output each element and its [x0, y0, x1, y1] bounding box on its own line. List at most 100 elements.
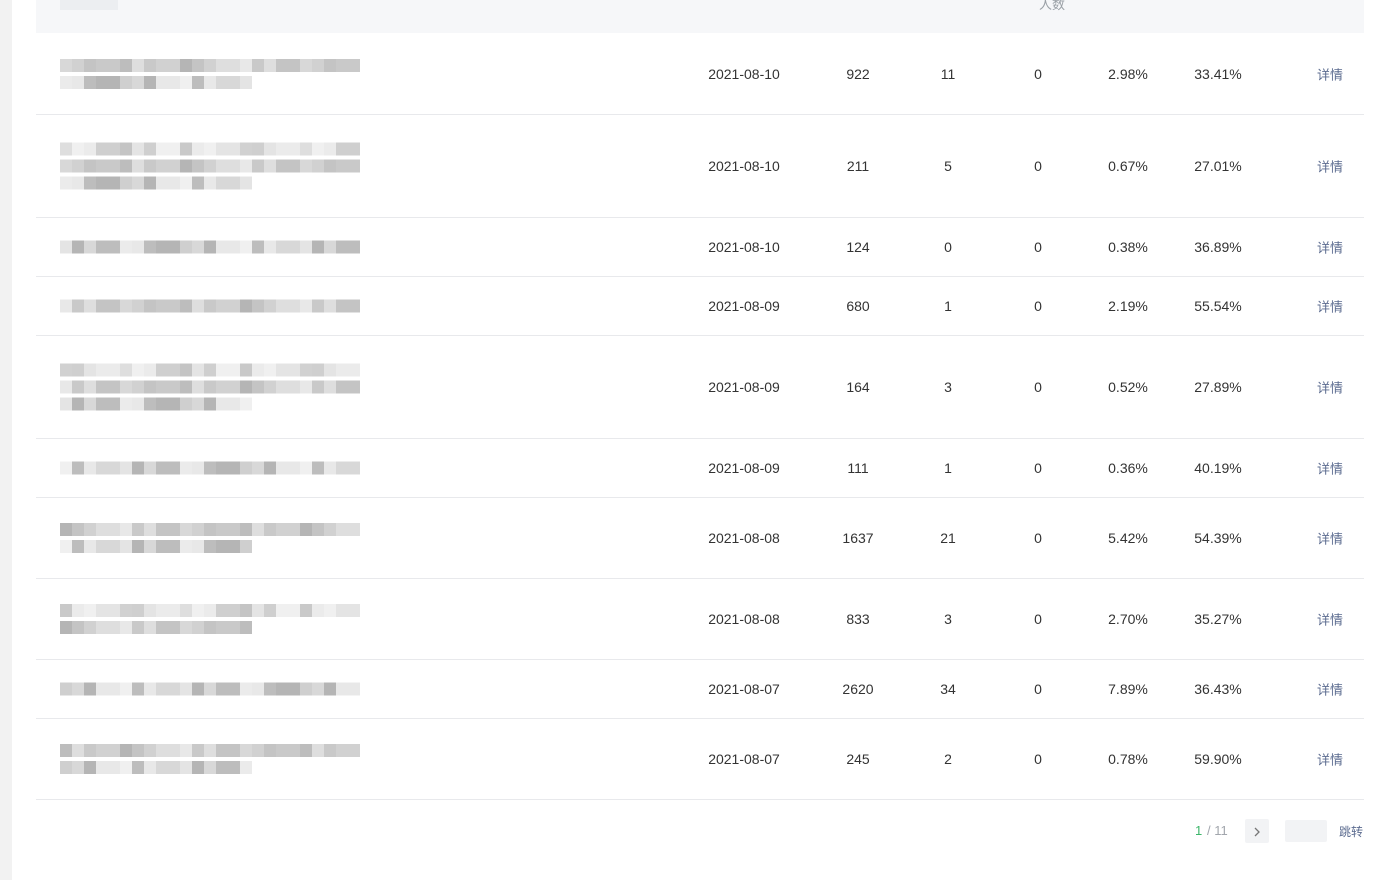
cell-value-2: 21 [940, 530, 956, 546]
jump-button[interactable]: 跳转 [1339, 823, 1363, 840]
cell-percent-1: 0.38% [1108, 239, 1148, 255]
table-row: 2021-08-07 2620 34 0 7.89% 36.43% 详情 [36, 660, 1364, 719]
jump-page-input[interactable] [1285, 820, 1327, 842]
table-row: 2021-08-10 124 0 0 0.38% 36.89% 详情 [36, 218, 1364, 277]
detail-link[interactable]: 详情 [1304, 750, 1356, 769]
cell-value-1: 922 [846, 66, 870, 82]
redacted-title [60, 139, 360, 194]
publish-date: 2021-08-10 [708, 239, 780, 255]
detail-link[interactable]: 详情 [1304, 378, 1356, 397]
cell-percent-1: 7.89% [1108, 681, 1148, 697]
redacted-title [60, 458, 360, 479]
cell-value-2: 1 [944, 298, 952, 314]
cell-percent-1: 0.67% [1108, 158, 1148, 174]
publish-date: 2021-08-07 [708, 681, 780, 697]
cell-value-3: 0 [1034, 751, 1042, 767]
redacted-title [60, 237, 360, 258]
cell-percent-2: 33.41% [1194, 66, 1242, 82]
cell-percent-1: 5.42% [1108, 530, 1148, 546]
redacted-title [60, 600, 360, 638]
detail-link[interactable]: 详情 [1304, 680, 1356, 699]
cell-value-1: 111 [847, 460, 869, 476]
cell-percent-1: 2.98% [1108, 66, 1148, 82]
cell-value-1: 124 [846, 239, 870, 255]
cell-value-3: 0 [1034, 66, 1042, 82]
publish-date: 2021-08-10 [708, 158, 780, 174]
cell-value-3: 0 [1034, 460, 1042, 476]
publish-date: 2021-08-10 [708, 66, 780, 82]
table-row: 2021-08-09 680 1 0 2.19% 55.54% 详情 [36, 277, 1364, 336]
cell-percent-2: 59.90% [1194, 751, 1242, 767]
table-row: 2021-08-08 833 3 0 2.70% 35.27% 详情 [36, 579, 1364, 660]
redacted-title [60, 740, 360, 778]
cell-value-2: 2 [944, 751, 952, 767]
header-blurred-label [60, 0, 118, 10]
table-row: 2021-08-10 211 5 0 0.67% 27.01% 详情 [36, 115, 1364, 218]
cell-value-2: 34 [940, 681, 956, 697]
table-header: 人数 [36, 0, 1364, 33]
cell-value-1: 1637 [842, 530, 874, 546]
cell-value-1: 2620 [842, 681, 874, 697]
cell-value-2: 5 [944, 158, 952, 174]
cell-percent-2: 36.43% [1194, 681, 1242, 697]
cell-value-3: 0 [1034, 681, 1042, 697]
cell-value-3: 0 [1034, 239, 1042, 255]
detail-link[interactable]: 详情 [1304, 238, 1356, 257]
content-panel: 人数 2021-08-10 922 11 0 2.98% 33.41% 详情 2021-08-… [12, 0, 1399, 880]
publish-date: 2021-08-08 [708, 530, 780, 546]
detail-link[interactable]: 详情 [1304, 459, 1356, 478]
redacted-title [60, 679, 360, 700]
cell-percent-2: 54.39% [1194, 530, 1242, 546]
table-row: 2021-08-07 245 2 0 0.78% 59.90% 详情 [36, 719, 1364, 800]
redacted-title [60, 296, 360, 317]
redacted-title [60, 55, 360, 93]
cell-value-3: 0 [1034, 379, 1042, 395]
publish-date: 2021-08-07 [708, 751, 780, 767]
cell-value-3: 0 [1034, 158, 1042, 174]
detail-link[interactable]: 详情 [1304, 610, 1356, 629]
detail-link[interactable]: 详情 [1304, 65, 1356, 84]
cell-percent-2: 55.54% [1194, 298, 1242, 314]
cell-value-3: 0 [1034, 611, 1042, 627]
cell-percent-2: 27.89% [1194, 379, 1242, 395]
cell-value-2: 0 [944, 239, 952, 255]
current-page: 1 [1195, 823, 1203, 838]
detail-link[interactable]: 详情 [1304, 529, 1356, 548]
cell-value-1: 211 [846, 158, 870, 174]
cell-percent-2: 36.89% [1194, 239, 1242, 255]
header-count-label: 人数 [1038, 0, 1065, 12]
cell-value-1: 164 [846, 379, 870, 395]
cell-value-2: 1 [944, 460, 952, 476]
cell-percent-1: 2.19% [1108, 298, 1148, 314]
cell-percent-2: 27.01% [1194, 158, 1242, 174]
cell-percent-1: 0.78% [1108, 751, 1148, 767]
cell-percent-1: 2.70% [1108, 611, 1148, 627]
table-row: 2021-08-09 164 3 0 0.52% 27.89% 详情 [36, 336, 1364, 439]
cell-value-3: 0 [1034, 298, 1042, 314]
cell-value-2: 3 [944, 611, 952, 627]
table-row: 2021-08-09 111 1 0 0.36% 40.19% 详情 [36, 439, 1364, 498]
table-row: 2021-08-10 922 11 0 2.98% 33.41% 详情 [36, 34, 1364, 115]
cell-percent-2: 35.27% [1194, 611, 1242, 627]
detail-link[interactable]: 详情 [1304, 157, 1356, 176]
cell-value-3: 0 [1034, 530, 1042, 546]
cell-percent-1: 0.52% [1108, 379, 1148, 395]
cell-value-1: 680 [846, 298, 870, 314]
publish-date: 2021-08-09 [708, 460, 780, 476]
redacted-title [60, 360, 360, 415]
cell-percent-2: 40.19% [1194, 460, 1242, 476]
publish-date: 2021-08-09 [708, 298, 780, 314]
cell-value-1: 833 [846, 611, 870, 627]
total-pages: / 11 [1207, 823, 1228, 838]
chevron-right-icon [1253, 823, 1261, 838]
cell-value-2: 3 [944, 379, 952, 395]
detail-link[interactable]: 详情 [1304, 297, 1356, 316]
cell-percent-1: 0.36% [1108, 460, 1148, 476]
cell-value-1: 245 [846, 751, 870, 767]
publish-date: 2021-08-08 [708, 611, 780, 627]
cell-value-2: 11 [940, 66, 956, 82]
table-row: 2021-08-08 1637 21 0 5.42% 54.39% 详情 [36, 498, 1364, 579]
pagination: 1 / 11 跳转 [1188, 819, 1378, 843]
next-page-button[interactable] [1245, 819, 1269, 843]
publish-date: 2021-08-09 [708, 379, 780, 395]
